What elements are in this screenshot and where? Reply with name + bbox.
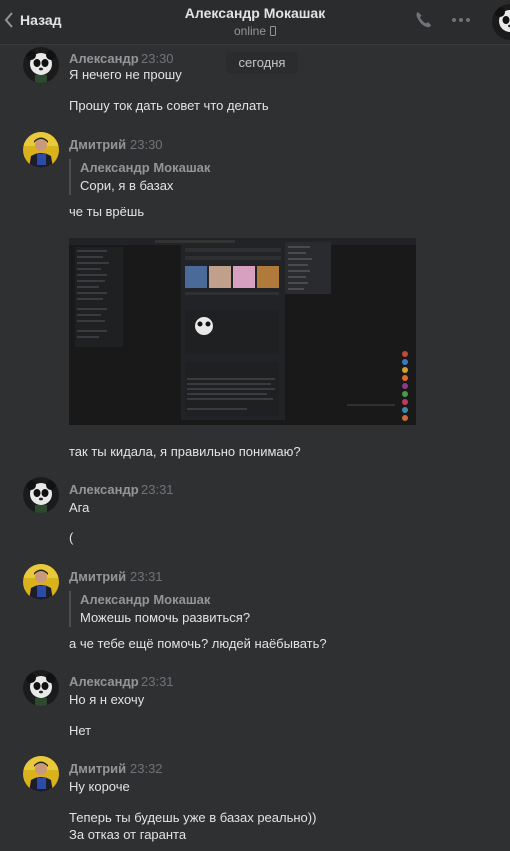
message-text: а че тебе ещё помочь? людей наёбывать? (69, 636, 327, 651)
avatar[interactable] (23, 564, 59, 600)
avatar[interactable] (23, 132, 59, 168)
person-avatar-icon (23, 564, 59, 600)
panda-avatar-icon (23, 670, 59, 706)
message-time[interactable]: 23:30 (141, 51, 174, 66)
message-author[interactable]: Дмитрий (69, 137, 126, 152)
message-text: За отказ от гаранта (69, 827, 187, 842)
screenshot-image (69, 238, 416, 425)
avatar[interactable] (23, 756, 59, 792)
message-author[interactable]: Дмитрий (69, 761, 126, 776)
message-text: Ага (69, 500, 90, 515)
chat-title[interactable]: Александр Мокашак (0, 5, 510, 21)
status-text: online (233, 24, 267, 38)
quote-text: Сори, я в базах (80, 178, 174, 193)
more-icon[interactable] (450, 10, 472, 30)
quote-author: Александр Мокашак (80, 160, 211, 175)
message-time[interactable]: 23:30 (130, 137, 163, 152)
quote-author: Александр Мокашак (80, 592, 211, 607)
panda-avatar-icon (23, 47, 59, 83)
reply-quote[interactable]: Александр Мокашак Сори, я в базах (69, 159, 210, 195)
message-text: так ты кидала, я правильно понимаю? (69, 444, 301, 459)
message-text: Нет (69, 723, 92, 738)
message-text: Ну короче (69, 779, 130, 794)
person-avatar-icon (23, 756, 59, 792)
reply-quote[interactable]: Александр Мокашак Можешь помочь развитьс… (69, 591, 250, 627)
chat-header: Назад Александр Мокашак online (0, 0, 510, 45)
message-author[interactable]: Александр (69, 482, 139, 497)
message-text: ( (69, 530, 74, 545)
mobile-icon (270, 26, 277, 36)
avatar[interactable] (23, 47, 59, 83)
message-author[interactable]: Дмитрий (69, 569, 126, 584)
quote-text: Можешь помочь развиться? (80, 610, 251, 625)
message-author[interactable]: Александр (69, 51, 139, 66)
date-divider: сегодня (226, 52, 298, 74)
message-time[interactable]: 23:31 (141, 674, 174, 689)
message-time[interactable]: 23:32 (130, 761, 163, 776)
message-time[interactable]: 23:31 (141, 482, 174, 497)
attached-screenshot[interactable] (69, 238, 416, 425)
online-status: online (0, 24, 510, 38)
person-avatar-icon (23, 132, 59, 168)
message-text: че ты врёшь (69, 204, 145, 219)
avatar[interactable] (23, 477, 59, 513)
message-author[interactable]: Александр (69, 674, 139, 689)
avatar[interactable] (23, 670, 59, 706)
message-text: Я нечего не прошу (69, 67, 182, 82)
panda-avatar-icon (23, 477, 59, 513)
message-text: Прошу ток дать совет что делать (69, 98, 269, 113)
message-text: Но я н ехочу (69, 692, 145, 707)
message-text: Теперь ты будешь уже в базах реально)) (69, 810, 317, 825)
message-time[interactable]: 23:31 (130, 569, 163, 584)
phone-icon[interactable] (413, 10, 433, 30)
